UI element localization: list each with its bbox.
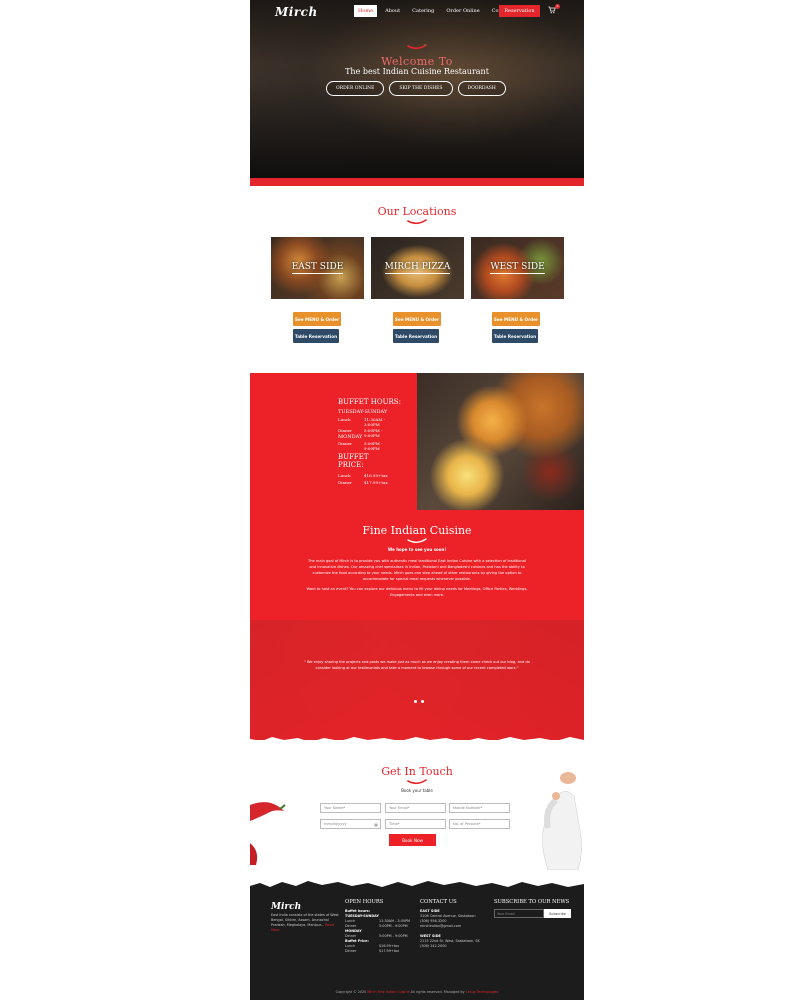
date-field[interactable]: mm/dd/yyyy ▦ (320, 819, 381, 829)
nav-home[interactable]: Home (354, 5, 378, 17)
fine-cuisine-subtitle: We hope to see you soon! (387, 547, 447, 552)
subscribe-button[interactable]: Subscribe (544, 909, 571, 918)
value: $16.99+tax (364, 473, 388, 478)
value: 11:30AM - 3:00PM (364, 417, 386, 427)
chili-divider-icon (407, 219, 427, 225)
east-menu-order-button[interactable]: See MENU & Order (293, 312, 341, 326)
pizza-table-reservation-button[interactable]: Table Reservation (393, 329, 439, 343)
doordash-button[interactable]: DOORDASH (457, 81, 506, 96)
chef-illustration (542, 772, 582, 870)
west-phone[interactable]: (306) 242-2000 (420, 944, 490, 949)
cart-icon[interactable]: 0 (548, 4, 560, 15)
chili-divider-icon (407, 779, 427, 785)
cart-count-badge: 0 (555, 4, 560, 9)
newsletter-email-input[interactable]: Your Email (494, 909, 544, 918)
company-link[interactable]: Lexus Technologies (466, 990, 499, 994)
location-card-mirch-pizza[interactable]: MIRCH PIZZA (371, 237, 464, 299)
site-logo[interactable]: Mirch (275, 5, 318, 19)
open-hours-title: OPEN HOURS (345, 899, 384, 905)
persons-field[interactable]: No. of Persons* (449, 819, 510, 829)
west-table-reservation-button[interactable]: Table Reservation (492, 329, 538, 343)
buffet-days-tue-sun: TUESDAY-SUNDAY (338, 409, 388, 415)
west-menu-order-button[interactable]: See MENU & Order (492, 312, 540, 326)
copyright-text: All rights reserved. Managed by (409, 990, 466, 994)
location-name: EAST SIDE (291, 262, 344, 274)
email-field[interactable]: Your Email* (385, 803, 446, 813)
buffet-monday-dinner-row: Dinner 5:00PM - 9:00PM (338, 441, 388, 451)
hero-red-strip (250, 178, 584, 186)
chili-divider-icon (407, 44, 427, 50)
locations-title: Our Locations (377, 205, 457, 218)
reservation-button[interactable]: Reservation (499, 5, 540, 17)
east-table-reservation-button[interactable]: Table Reservation (293, 329, 339, 343)
hero-buttons: ORDER ONLINE SKIP THE DISHES DOORDASH (326, 81, 506, 96)
footer-about: East India consists of the states of Wes… (271, 913, 339, 933)
brand-link[interactable]: Mirch Fine Indian Cuisine (367, 990, 409, 994)
contact-us-title: CONTACT US (420, 899, 457, 905)
contact-details: EAST SIDE 3106 Central Avenue, Saskatoon… (420, 909, 490, 949)
testimonial-text: " We enjoy sharing the projects and post… (304, 660, 530, 670)
carousel-dot[interactable] (421, 700, 424, 703)
value: 5:00PM - 9:00PM (364, 441, 383, 451)
buffet-price-title: BUFFET PRICE: (338, 453, 369, 469)
buffet-lunch-price-row: Lunch $16.99+tax (338, 473, 388, 478)
hero-subtitle: The best Indian Cuisine Restaurant (345, 67, 489, 76)
chili-divider-icon (407, 538, 427, 543)
fine-cuisine-text: The main goal of Mirch is to provide you… (308, 559, 526, 581)
open-hours-label: Dinner (345, 949, 357, 953)
location-card-west-side[interactable]: WEST SIDE (471, 237, 564, 299)
label: Lunch (338, 417, 351, 422)
mobile-field[interactable]: Mobile Number* (449, 803, 510, 813)
buffet-days-monday: MONDAY (338, 434, 363, 440)
pizza-menu-order-button[interactable]: See MENU & Order (393, 312, 441, 326)
open-hours-value: $17.99+tax (379, 949, 400, 953)
nav-order-online[interactable]: Order Online (442, 5, 483, 17)
buffet-lunch-row: Lunch 11:30AM - 3:00PM (338, 417, 388, 427)
copyright-text: Copyright © 2020 (335, 990, 368, 994)
testimonial-section (250, 620, 584, 740)
label: Dinner (338, 480, 352, 485)
copyright: Copyright © 2020 Mirch Fine Indian Cuisi… (250, 990, 584, 994)
book-now-button[interactable]: Book Now (389, 834, 436, 846)
red-pepper-illustration (250, 802, 286, 865)
skip-the-dishes-button[interactable]: SKIP THE DISHES (389, 81, 453, 96)
date-value: mm/dd/yyyy (324, 822, 347, 826)
buffet-hours-title: BUFFET HOURS: (338, 398, 401, 406)
carousel-dots (414, 700, 424, 703)
buffet-dinner-price-row: Dinner $17.99+tax (338, 480, 388, 485)
open-hours-value: 5:00PM - 9:00PM (379, 924, 408, 928)
location-card-east-side[interactable]: EAST SIDE (271, 237, 364, 299)
newsletter-title: SUBSCRIBE TO OUR NEWS (494, 899, 570, 905)
nav-about[interactable]: About (381, 5, 404, 17)
website-page: Mirch Home About Catering Order Online C… (250, 0, 584, 1000)
time-field[interactable]: Time* (385, 819, 446, 829)
name-field[interactable]: Your Name* (320, 803, 381, 813)
value: 5:00PM - 9:00PM (364, 428, 383, 438)
torn-paper-edge (250, 737, 584, 745)
breakfast-food-image (417, 373, 584, 510)
carousel-dot[interactable] (414, 700, 417, 703)
open-hours-list: Buffet hours: TUESDAY-SUNDAY Lunch 11:30AM … (345, 909, 415, 954)
fine-cuisine-title: Fine Indian Cuisine (362, 524, 472, 537)
fine-cuisine-event-text: Want to host an event? You can explore o… (306, 587, 528, 597)
nav-catering[interactable]: Catering (408, 5, 438, 17)
label: Lunch (338, 473, 351, 478)
value: $17.99+tax (364, 480, 388, 485)
footer-logo[interactable]: Mirch (271, 902, 301, 912)
location-name: MIRCH PIZZA (384, 262, 451, 274)
order-online-button[interactable]: ORDER ONLINE (326, 81, 385, 96)
calendar-icon[interactable]: ▦ (374, 822, 378, 827)
label: Dinner (338, 441, 352, 446)
open-hours-row: Dinner $17.99+tax (345, 949, 415, 954)
open-hours-value: 5:00PM - 9:00PM (379, 934, 408, 938)
location-name: WEST SIDE (490, 262, 545, 274)
